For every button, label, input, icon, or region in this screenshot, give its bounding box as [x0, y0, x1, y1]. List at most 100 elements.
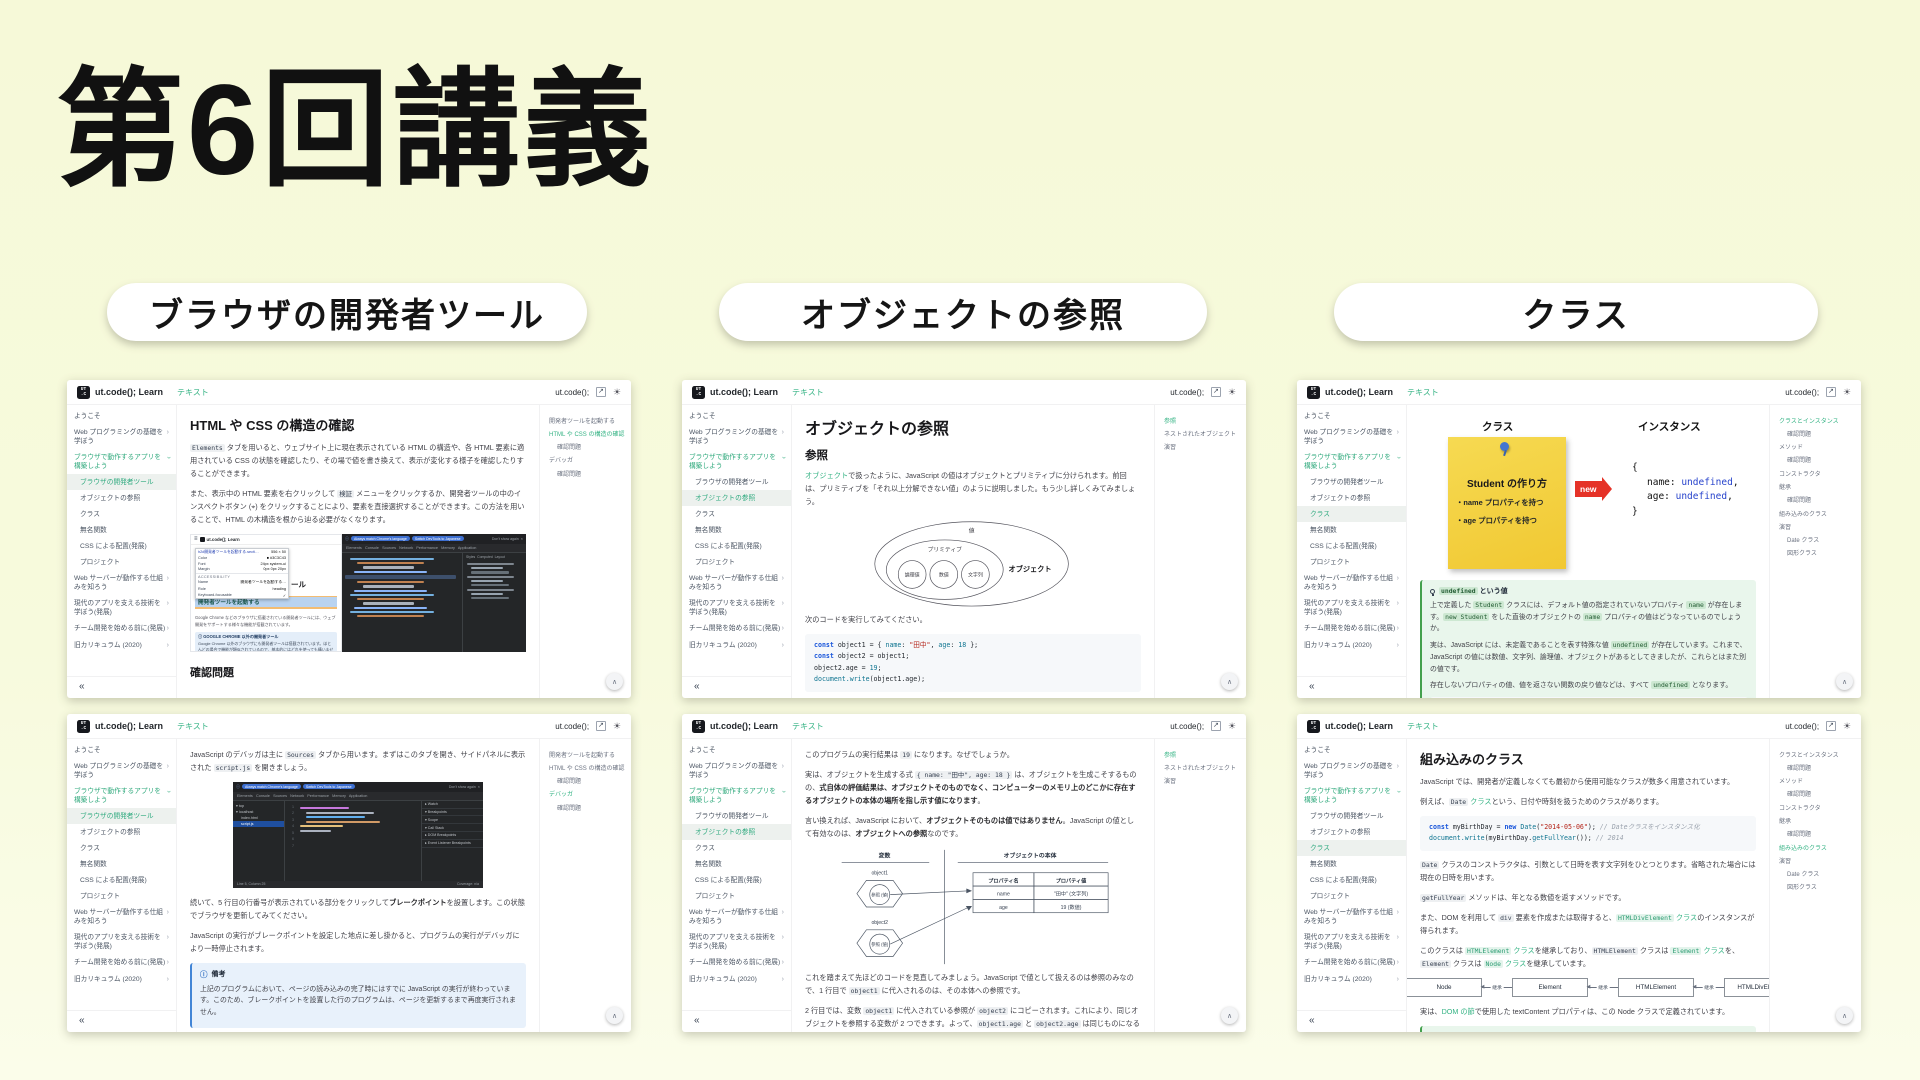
toc-item[interactable]: クラスとインスタンス: [1779, 749, 1855, 762]
toc-item[interactable]: 開発者ツールを起動する: [549, 749, 625, 762]
sidebar-item[interactable]: プロジェクト: [682, 554, 791, 570]
external-site-link[interactable]: ut.code();: [1785, 722, 1819, 731]
external-site-link[interactable]: ut.code();: [555, 722, 589, 731]
toc-item[interactable]: コンストラクタ: [1779, 468, 1855, 481]
debugger-panel-item[interactable]: ▸ DOM Breakpoints: [422, 832, 483, 840]
sidebar-item[interactable]: Web サーバーが動作する仕組みを知ろう›: [682, 905, 791, 930]
sidebar-collapse-button[interactable]: «: [67, 676, 176, 698]
sidebar-item[interactable]: ようこそ: [682, 742, 791, 758]
debugger-panel-item[interactable]: ▾ Call Stack: [422, 824, 483, 832]
sidebar-item[interactable]: ようこそ: [67, 408, 176, 424]
brand[interactable]: ut.code(); Learn: [95, 721, 163, 731]
toc-item[interactable]: 確認問題: [1779, 495, 1855, 508]
sidebar-item[interactable]: CSS による配置(発展): [682, 872, 791, 888]
sidebar-item[interactable]: CSS による配置(発展): [1297, 538, 1406, 554]
toc-item[interactable]: デバッガ: [549, 789, 625, 802]
sidebar-item[interactable]: オブジェクトの参照: [1297, 824, 1406, 840]
sidebar-collapse-button[interactable]: «: [682, 676, 791, 698]
sidebar-item[interactable]: クラス: [67, 506, 176, 522]
toc-item[interactable]: コンストラクタ: [1779, 802, 1855, 815]
sidebar-item[interactable]: Web プログラミングの基礎を学ぼう›: [67, 758, 176, 783]
toc-item[interactable]: 確認問題: [549, 442, 625, 455]
sidebar-item[interactable]: 無名関数: [67, 522, 176, 538]
sidebar-item[interactable]: ブラウザの開発者ツール: [1297, 808, 1406, 824]
scroll-top-button[interactable]: ∧: [1836, 673, 1853, 690]
toc-item[interactable]: 演習: [1164, 442, 1240, 455]
scroll-top-button[interactable]: ∧: [606, 673, 623, 690]
sidebar-item[interactable]: 旧カリキュラム (2020)›: [67, 637, 176, 653]
sidebar-item[interactable]: プロジェクト: [1297, 888, 1406, 904]
theme-toggle-icon[interactable]: ☀: [1843, 721, 1851, 732]
toc-item[interactable]: HTML や CSS の構造の確認: [549, 762, 625, 775]
toc-item[interactable]: 開発者ツールを起動する: [549, 415, 625, 428]
toc-item[interactable]: 確認問題: [1779, 762, 1855, 775]
toc-item[interactable]: クラスとインスタンス: [1779, 415, 1855, 428]
sidebar-item[interactable]: ブラウザで動作するアプリを構築しよう›: [682, 783, 791, 808]
theme-toggle-icon[interactable]: ☀: [613, 387, 621, 398]
sidebar-item[interactable]: 現代のアプリを支える技術を学ぼう(発展)›: [1297, 930, 1406, 955]
scroll-top-button[interactable]: ∧: [1836, 1007, 1853, 1024]
toc-item[interactable]: メソッド: [1779, 442, 1855, 455]
sidebar-item[interactable]: チーム開発を始める前に(発展)›: [1297, 621, 1406, 637]
sidebar-item[interactable]: オブジェクトの参照: [682, 490, 791, 506]
external-site-link[interactable]: ut.code();: [1785, 388, 1819, 397]
sidebar-item[interactable]: 無名関数: [67, 856, 176, 872]
sidebar-item[interactable]: 無名関数: [1297, 856, 1406, 872]
sidebar-item[interactable]: チーム開発を始める前に(発展)›: [67, 621, 176, 637]
toc-item[interactable]: HTML や CSS の構造の確認: [549, 428, 625, 441]
sidebar-item[interactable]: ブラウザで動作するアプリを構築しよう›: [67, 449, 176, 474]
sidebar-item[interactable]: クラス: [1297, 506, 1406, 522]
scroll-top-button[interactable]: ∧: [1221, 1007, 1238, 1024]
debugger-panel-item[interactable]: ▸ Watch: [422, 801, 483, 809]
sidebar-item[interactable]: Web プログラミングの基礎を学ぼう›: [682, 758, 791, 783]
sidebar-item[interactable]: 無名関数: [682, 856, 791, 872]
sidebar-item[interactable]: Web サーバーが動作する仕組みを知ろう›: [1297, 571, 1406, 596]
sidebar-item[interactable]: プロジェクト: [1297, 554, 1406, 570]
nav-text-link[interactable]: テキスト: [792, 387, 824, 398]
utcode-logo[interactable]: UT.C: [1307, 720, 1320, 733]
toc-item[interactable]: 組み込みのクラス: [1779, 508, 1855, 521]
sidebar-item[interactable]: ブラウザの開発者ツール: [67, 808, 176, 824]
theme-toggle-icon[interactable]: ☀: [1843, 387, 1851, 398]
sidebar-item[interactable]: ブラウザで動作するアプリを構築しよう›: [1297, 783, 1406, 808]
sidebar-item[interactable]: 旧カリキュラム (2020)›: [1297, 971, 1406, 987]
sidebar-item[interactable]: 無名関数: [1297, 522, 1406, 538]
sidebar-item[interactable]: オブジェクトの参照: [67, 490, 176, 506]
sidebar-item[interactable]: ブラウザの開発者ツール: [1297, 474, 1406, 490]
toc-item[interactable]: 継承: [1779, 815, 1855, 828]
toc-item[interactable]: 継承: [1779, 481, 1855, 494]
sidebar-item[interactable]: クラス: [1297, 840, 1406, 856]
toc-item[interactable]: 確認問題: [1779, 829, 1855, 842]
sidebar-item[interactable]: 旧カリキュラム (2020)›: [67, 971, 176, 987]
toc-item[interactable]: 参照: [1164, 749, 1240, 762]
brand[interactable]: ut.code(); Learn: [95, 387, 163, 397]
utcode-logo[interactable]: UT.C: [77, 720, 90, 733]
external-site-link[interactable]: ut.code();: [1170, 388, 1204, 397]
theme-toggle-icon[interactable]: ☀: [1228, 721, 1236, 732]
debugger-panel-item[interactable]: ▸ Event Listener Breakpoints: [422, 840, 483, 848]
toc-item[interactable]: 確認問題: [1779, 455, 1855, 468]
sidebar-collapse-button[interactable]: «: [682, 1010, 791, 1032]
sidebar-item[interactable]: プロジェクト: [682, 888, 791, 904]
sidebar-item[interactable]: ブラウザの開発者ツール: [67, 474, 176, 490]
sidebar-item[interactable]: プロジェクト: [67, 888, 176, 904]
toc-item[interactable]: 確認問題: [549, 802, 625, 815]
toc-item[interactable]: 図形クラス: [1779, 548, 1855, 561]
sidebar-item[interactable]: オブジェクトの参照: [682, 824, 791, 840]
sidebar-item[interactable]: CSS による配置(発展): [67, 872, 176, 888]
nav-text-link[interactable]: テキスト: [1407, 387, 1439, 398]
sidebar-item[interactable]: ようこそ: [1297, 742, 1406, 758]
sidebar-item[interactable]: クラス: [682, 840, 791, 856]
sidebar-item[interactable]: プロジェクト: [67, 554, 176, 570]
sidebar-item[interactable]: Web プログラミングの基礎を学ぼう›: [67, 424, 176, 449]
nav-text-link[interactable]: テキスト: [177, 721, 209, 732]
sidebar-item[interactable]: ブラウザの開発者ツール: [682, 808, 791, 824]
sidebar-item[interactable]: 現代のアプリを支える技術を学ぼう(発展)›: [67, 596, 176, 621]
toc-item[interactable]: Date クラス: [1779, 535, 1855, 548]
sidebar-collapse-button[interactable]: «: [67, 1010, 176, 1032]
sidebar-item[interactable]: 旧カリキュラム (2020)›: [1297, 637, 1406, 653]
toc-item[interactable]: デバッガ: [549, 455, 625, 468]
debugger-panel-item[interactable]: ▾ Breakpoints: [422, 809, 483, 817]
sidebar-item[interactable]: 現代のアプリを支える技術を学ぼう(発展)›: [682, 596, 791, 621]
sidebar-collapse-button[interactable]: «: [1297, 1010, 1406, 1032]
